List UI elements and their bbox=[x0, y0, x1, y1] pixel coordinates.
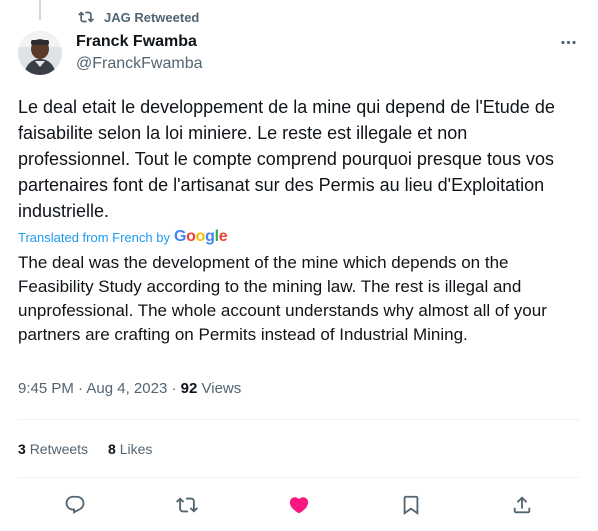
bookmark-icon bbox=[403, 495, 419, 516]
retweets-label: Retweets bbox=[29, 441, 89, 457]
reply-icon bbox=[65, 495, 85, 514]
divider bbox=[18, 477, 580, 478]
meta-separator-2: · bbox=[167, 380, 181, 397]
meta-separator: · bbox=[73, 380, 87, 397]
translated-label: Translated from French by bbox=[18, 229, 170, 245]
more-options-button[interactable] bbox=[556, 30, 580, 54]
likes-stat[interactable]: 8 Likes bbox=[108, 441, 152, 457]
tweet-meta: 9:45 PM · Aug 4, 2023 · 92 Views bbox=[18, 380, 241, 397]
social-context: JAG Retweeted bbox=[78, 9, 199, 25]
thread-connector-line bbox=[39, 0, 41, 20]
tweet-actions bbox=[0, 490, 598, 520]
tweet-time[interactable]: 9:45 PM bbox=[18, 380, 74, 397]
views-count: 92 bbox=[180, 380, 198, 397]
bookmark-button[interactable] bbox=[399, 493, 423, 517]
author-name[interactable]: Franck Fwamba bbox=[76, 33, 197, 51]
retweets-count: 3 bbox=[18, 441, 26, 457]
translation-attribution[interactable]: Translated from French by Google bbox=[18, 228, 228, 246]
likes-label: Likes bbox=[119, 441, 153, 457]
engagement-stats: 3 Retweets 8 Likes bbox=[18, 441, 152, 457]
share-button[interactable] bbox=[510, 493, 534, 517]
like-button[interactable] bbox=[287, 493, 311, 517]
retweets-stat[interactable]: 3 Retweets bbox=[18, 441, 88, 457]
reply-button[interactable] bbox=[63, 493, 87, 517]
author-handle[interactable]: @FranckFwamba bbox=[76, 55, 203, 73]
retweet-icon bbox=[78, 9, 94, 25]
profile-photo-icon bbox=[18, 31, 62, 75]
divider bbox=[18, 419, 580, 420]
heart-filled-icon bbox=[289, 497, 309, 514]
retweet-icon bbox=[176, 497, 198, 513]
views-label: Views bbox=[201, 380, 242, 397]
more-icon bbox=[560, 40, 576, 44]
tweet-translated-text: The deal was the development of the mine… bbox=[18, 253, 547, 344]
retweet-button[interactable] bbox=[175, 493, 199, 517]
retweeter-link[interactable]: JAG Retweeted bbox=[104, 10, 199, 25]
google-logo: Google bbox=[173, 228, 228, 245]
avatar[interactable] bbox=[18, 31, 62, 75]
tweet-original-text: Le deal etait le developpement de la min… bbox=[18, 97, 555, 221]
share-icon bbox=[513, 496, 531, 514]
likes-count: 8 bbox=[108, 441, 116, 457]
tweet-date[interactable]: Aug 4, 2023 bbox=[86, 380, 167, 397]
